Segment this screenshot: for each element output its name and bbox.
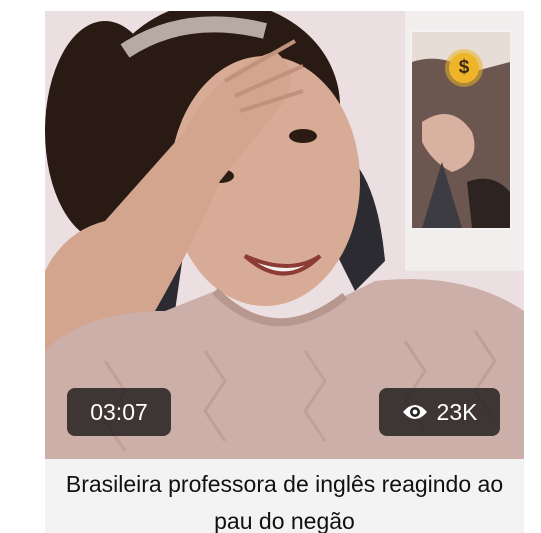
video-card[interactable]: $ 03:07 23K Brasileira professora de ing…: [45, 11, 524, 533]
duration-badge: 03:07: [67, 388, 171, 436]
views-badge: 23K: [379, 388, 500, 436]
eye-icon: [402, 403, 428, 421]
dollar-sign-icon: $: [449, 53, 479, 83]
video-title-area[interactable]: Brasileira professora de inglês reagindo…: [45, 459, 524, 533]
duration-text: 03:07: [90, 398, 148, 425]
views-count: 23K: [436, 398, 478, 425]
video-title[interactable]: Brasileira professora de inglês reagindo…: [45, 459, 524, 533]
video-thumbnail[interactable]: $ 03:07 23K: [45, 11, 524, 459]
dollar-coin-icon[interactable]: $: [445, 49, 483, 87]
